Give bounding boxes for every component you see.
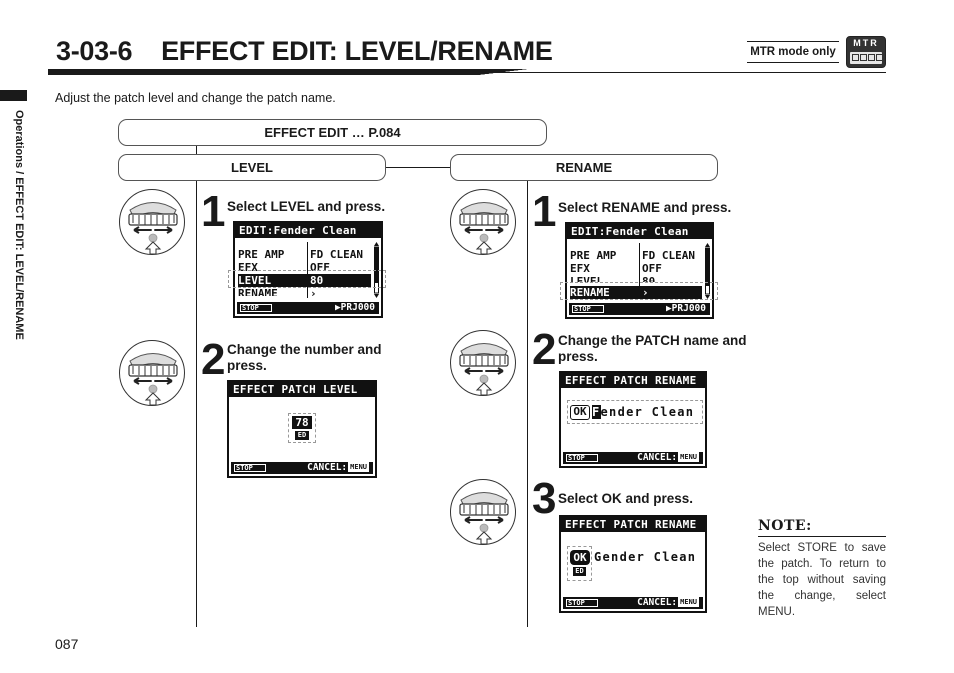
lcd-header: EFFECT PATCH RENAME [561, 517, 705, 532]
cancel-label: CANCEL: [637, 452, 678, 463]
lcd-header: EDIT:Fender Clean [567, 224, 712, 239]
name-text: ender Clean [600, 405, 695, 419]
edit-badge: ED [295, 431, 309, 440]
edit-badge: ED [573, 567, 586, 576]
page-number: 087 [55, 636, 79, 652]
ok-button: OK [570, 405, 590, 420]
step-number: 3 [532, 474, 557, 523]
stop-key: STOP [234, 464, 266, 472]
lcd-header: EFFECT PATCH RENAME [561, 373, 705, 388]
effect-edit-box: EFFECT EDIT … P.084 [118, 119, 547, 146]
side-label: Operations / EFFECT EDIT: LEVEL/RENAME [12, 110, 26, 400]
lcd-row: EFX OFF [570, 262, 702, 275]
cancel-label: CANCEL: [307, 462, 348, 473]
connector-line [386, 167, 450, 168]
dial-turn-icon [119, 340, 185, 406]
lcd-screen-edit-menu: EDIT:Fender Clean PRE AMP FD CLEAN EFX OFF… [565, 222, 714, 319]
mtr-badge-text: MTR [853, 38, 879, 48]
stop-key: STOP [240, 304, 272, 312]
row-key: RENAME [238, 287, 278, 296]
step-instruction: Change the PATCH name and press. [558, 333, 747, 364]
lcd-footer: STOP CANCEL: MENU [231, 462, 373, 474]
side-tab-marker [0, 90, 27, 101]
note-title: NOTE: [758, 518, 886, 537]
menu-key: MENU [678, 597, 699, 607]
step-instruction: Change the number and press. [227, 342, 382, 373]
lcd-screen-patch-level: EFFECT PATCH LEVEL 78 ED STOP CANCEL: MENU [227, 380, 377, 478]
selection-highlight [228, 270, 386, 288]
connector-line [196, 146, 197, 154]
side-label-text: Operations / EFFECT EDIT: LEVEL/RENAME [13, 110, 25, 340]
track-slots-icon [850, 52, 883, 64]
row-value: 80 [642, 275, 656, 282]
step-instruction: Select RENAME and press. [558, 200, 732, 215]
level-box: LEVEL [118, 154, 386, 181]
intro-text: Adjust the patch level and change the pa… [55, 91, 336, 105]
lcd-row: RENAME › [238, 287, 371, 296]
step-number: 1 [201, 187, 226, 236]
lcd-footer: STOP ▶PRJ000 [569, 303, 710, 315]
rename-box: RENAME [450, 154, 718, 181]
patch-name-field: Fender Clean [592, 405, 694, 420]
rename-column-line [527, 181, 528, 627]
section-title: EFFECT EDIT: LEVEL/RENAME [161, 36, 553, 66]
ok-button-selected: OK [570, 550, 590, 565]
step-number: 1 [532, 187, 557, 236]
note-body: Select STORE to save the patch. To retur… [758, 542, 886, 618]
step-number: 2 [532, 325, 557, 374]
lcd-screen-patch-rename: EFFECT PATCH RENAME OK ED Gender Clean S… [559, 515, 707, 613]
level-value: 78 [292, 416, 312, 429]
cancel-label: CANCEL: [637, 597, 678, 608]
lcd-header: EFFECT PATCH LEVEL [229, 382, 375, 397]
section-number: 3-03-6 [56, 36, 133, 66]
lcd-row: PRE AMP FD CLEAN [570, 249, 702, 262]
row-key: PRE AMP [238, 248, 285, 261]
row-key: EFX [570, 262, 590, 275]
patch-name: Gender Clean [594, 550, 697, 564]
title-bar [48, 69, 478, 75]
dial-turn-icon [450, 330, 516, 396]
step-number: 2 [201, 335, 226, 384]
mtr-mode-icon: MTR [846, 36, 886, 68]
dial-press-icon [119, 189, 185, 255]
menu-key: MENU [348, 462, 369, 472]
lcd-footer: STOP ▶PRJ000 [237, 302, 379, 314]
stop-key: STOP [566, 599, 598, 607]
level-column-line [196, 181, 197, 627]
lcd-footer: STOP CANCEL: MENU [563, 452, 703, 464]
row-key: PRE AMP [570, 249, 617, 262]
lcd-screen-patch-rename: EFFECT PATCH RENAME OK Fender Clean STOP… [559, 371, 707, 468]
project-name: ▶PRJ000 [334, 302, 375, 313]
menu-key: MENU [678, 452, 699, 462]
selection-highlight [560, 282, 718, 300]
lcd-row: LEVEL 80 [570, 275, 702, 282]
lcd-row: PRE AMP FD CLEAN [238, 248, 371, 261]
mode-label: MTR mode only [747, 41, 839, 63]
step-instruction: Select OK and press. [558, 491, 694, 506]
row-value: › [310, 287, 317, 296]
row-value: OFF [642, 262, 662, 275]
row-value: FD CLEAN [642, 249, 695, 262]
row-value: FD CLEAN [310, 248, 363, 261]
title-bar-taper [478, 69, 528, 75]
lcd-footer: STOP CANCEL: MENU [563, 597, 703, 609]
dial-press-icon [450, 479, 516, 545]
project-name: ▶PRJ000 [665, 303, 706, 314]
dial-press-icon [450, 189, 516, 255]
row-key: LEVEL [570, 275, 604, 282]
step-instruction: Select LEVEL and press. [227, 199, 386, 214]
page-title: 3-03-6 EFFECT EDIT: LEVEL/RENAME [56, 36, 553, 67]
lcd-header: EDIT:Fender Clean [235, 223, 381, 238]
name-cursor: F [592, 405, 601, 419]
stop-key: STOP [572, 305, 604, 313]
stop-key: STOP [566, 454, 598, 462]
